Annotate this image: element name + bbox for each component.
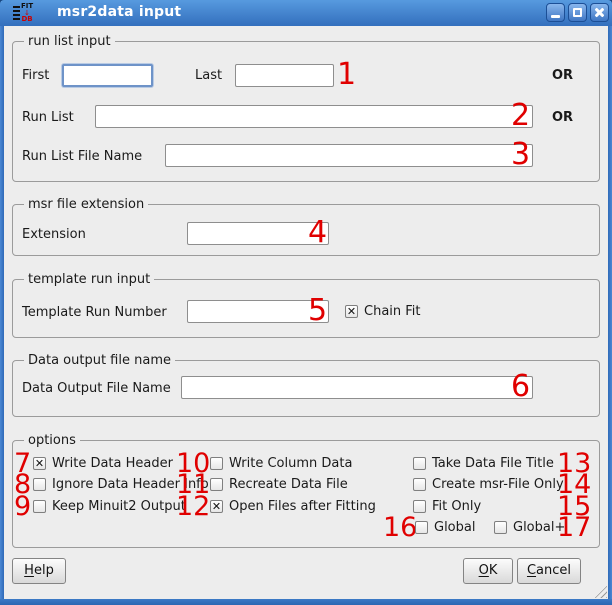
window-frame-bottom — [0, 599, 612, 605]
data-output-file-name-label: Data Output File Name — [22, 381, 171, 397]
window-title: msr2data input — [57, 4, 181, 20]
check-mark-icon: ✕ — [211, 501, 222, 512]
first-run-input[interactable] — [62, 64, 153, 87]
write-data-header-label[interactable]: Write Data Header — [52, 456, 173, 472]
help-button[interactable]: Help — [12, 558, 66, 584]
resize-grip[interactable] — [593, 584, 607, 598]
chain-fit-checkbox[interactable]: ✕ — [345, 305, 358, 318]
keep-minuit2-output-label[interactable]: Keep Minuit2 Output — [52, 499, 186, 515]
annotation-number-3: 3 — [511, 142, 530, 167]
keep-minuit2-output-checkbox[interactable]: ✕ — [33, 500, 46, 513]
fit-only-label[interactable]: Fit Only — [432, 499, 481, 515]
maximize-icon — [573, 8, 582, 17]
check-mark-icon: ✕ — [346, 306, 357, 317]
minimize-button[interactable] — [546, 3, 565, 22]
annotation-number-5: 5 — [308, 298, 327, 323]
write-column-data-checkbox[interactable]: ✕ — [210, 457, 223, 470]
chain-fit-label[interactable]: Chain Fit — [364, 304, 421, 320]
group-title: msr file extension — [24, 196, 148, 213]
close-icon — [591, 4, 608, 21]
group-title: template run input — [24, 271, 154, 288]
recreate-data-file-checkbox[interactable]: ✕ — [210, 478, 223, 491]
data-output-file-name-input[interactable] — [181, 376, 533, 399]
run-list-label: Run List — [22, 110, 74, 126]
recreate-data-file-label[interactable]: Recreate Data File — [229, 477, 348, 493]
template-run-number-label: Template Run Number — [22, 305, 167, 321]
or-label-row1: OR — [552, 68, 573, 84]
check-mark-icon: ✕ — [34, 458, 45, 469]
write-column-data-label[interactable]: Write Column Data — [229, 456, 352, 472]
msr-list-icon — [13, 6, 20, 20]
maximize-button[interactable] — [568, 3, 587, 22]
msr2data-dialog: FIT ↓ DB msr2data input run list input F… — [0, 0, 612, 605]
group-title: run list input — [24, 33, 115, 50]
group-title: Data output file name — [24, 352, 175, 369]
create-msr-file-only-checkbox[interactable]: ✕ — [413, 478, 426, 491]
run-list-file-name-input[interactable] — [165, 144, 533, 167]
annotation-number-6: 6 — [511, 374, 530, 399]
minimize-icon — [551, 15, 560, 18]
run-list-input[interactable] — [95, 105, 533, 128]
close-button[interactable] — [590, 3, 609, 22]
run-list-file-name-label: Run List File Name — [22, 149, 142, 165]
global-label[interactable]: Global — [434, 520, 475, 536]
icon-db-text: DB — [22, 16, 33, 23]
extension-label: Extension — [22, 227, 86, 243]
create-msr-file-only-label[interactable]: Create msr-File Only — [432, 477, 564, 493]
global-plus-checkbox[interactable]: ✕ — [494, 521, 507, 534]
annotation-number-12: 12 — [176, 496, 210, 518]
ok-button[interactable]: OK — [463, 558, 513, 584]
global-checkbox[interactable]: ✕ — [415, 521, 428, 534]
annotation-number-17: 17 — [557, 517, 591, 539]
window-frame-right — [608, 26, 612, 605]
annotation-number-16: 16 — [383, 517, 417, 539]
cancel-button[interactable]: Cancel — [517, 558, 581, 584]
annotation-number-1: 1 — [337, 62, 356, 87]
take-data-file-title-label[interactable]: Take Data File Title — [432, 456, 554, 472]
ignore-data-header-info-checkbox[interactable]: ✕ — [33, 478, 46, 491]
open-files-after-fitting-label[interactable]: Open Files after Fitting — [229, 499, 376, 515]
group-title: options — [24, 432, 80, 449]
last-label: Last — [195, 68, 222, 84]
msr2data-app-icon: FIT ↓ DB — [13, 2, 47, 24]
or-label-row2: OR — [552, 110, 573, 126]
last-run-input[interactable] — [235, 64, 334, 87]
annotation-number-4: 4 — [308, 220, 327, 245]
open-files-after-fitting-checkbox[interactable]: ✕ — [210, 500, 223, 513]
take-data-file-title-checkbox[interactable]: ✕ — [413, 457, 426, 470]
first-label: First — [22, 68, 49, 84]
window-frame-left — [0, 26, 4, 605]
titlebar[interactable]: FIT ↓ DB msr2data input — [0, 0, 612, 26]
write-data-header-checkbox[interactable]: ✕ — [33, 457, 46, 470]
annotation-number-2: 2 — [511, 103, 530, 128]
annotation-number-9: 9 — [14, 496, 31, 518]
